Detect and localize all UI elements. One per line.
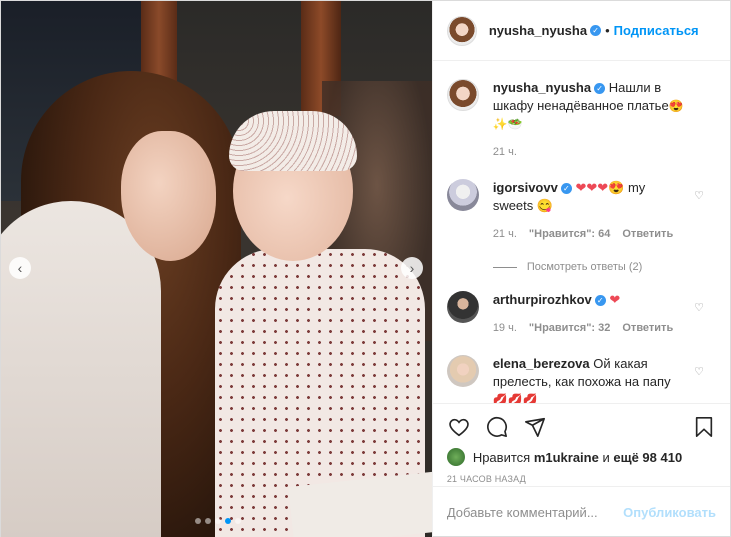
- carousel-next-button[interactable]: ›: [401, 257, 423, 279]
- comment-text-tail: 💋💋💋: [492, 393, 538, 403]
- caption-meta: 21 ч.: [493, 143, 689, 161]
- comment-like-icon[interactable]: ♡: [694, 365, 704, 378]
- verified-icon: ✓: [560, 183, 572, 195]
- comment-like-icon[interactable]: ♡: [694, 189, 704, 202]
- caption-avatar[interactable]: [446, 79, 479, 111]
- likes-suffix: и: [602, 449, 610, 465]
- comment-username[interactable]: arthurpirozhkov: [493, 292, 592, 307]
- comment-likes[interactable]: "Нравится": 64: [529, 225, 610, 243]
- chevron-right-icon: ›: [409, 260, 415, 276]
- post-modal: ‹ › nyusha_nyusha ✓ • Подписаться nyusha…: [0, 0, 731, 537]
- post-side-panel: nyusha_nyusha ✓ • Подписаться nyusha_nyu…: [431, 1, 730, 537]
- post-photo[interactable]: ‹ ›: [1, 1, 432, 537]
- action-bar: [447, 410, 716, 444]
- carousel-dot: [215, 518, 221, 524]
- comments-list[interactable]: nyusha_nyusha ✓ Нашли в шкафу ненадёванно…: [433, 61, 730, 403]
- comment-item: arthurpirozhkov ✓ ❤ 19 ч. "Нравится": 32 …: [446, 291, 716, 337]
- follow-button[interactable]: Подписаться: [614, 23, 699, 38]
- comment-body: arthurpirozhkov ✓ ❤ 19 ч. "Нравится": 32 …: [493, 291, 689, 337]
- verified-icon: ✓: [594, 83, 606, 95]
- share-icon[interactable]: [523, 415, 547, 439]
- comment-text: ❤: [609, 292, 621, 307]
- post-timestamp[interactable]: 21 ЧАСОВ НАЗАД: [447, 474, 716, 484]
- comment-body: igorsivovv ✓ ❤❤❤😍 my sweets 😋 21 ч. "Нрав…: [493, 179, 689, 243]
- comment-meta: 19 ч. "Нравится": 32 Ответить: [493, 319, 689, 337]
- comment-time[interactable]: 19 ч.: [493, 319, 517, 337]
- liker-avatar[interactable]: [446, 448, 465, 466]
- reply-button[interactable]: Ответить: [622, 225, 673, 243]
- comment-avatar[interactable]: [446, 179, 479, 211]
- post-actions: Нравится m1ukraine и ещё 98 410 21 ЧАСОВ…: [432, 403, 730, 484]
- photo-woman-face: [121, 131, 216, 261]
- replies-line: [492, 266, 517, 268]
- carousel-dot: [195, 518, 201, 524]
- view-replies-label: Посмотреть ответы (2): [526, 261, 643, 273]
- carousel-prev-button[interactable]: ‹: [9, 257, 31, 279]
- comment-item: elena_berezova Ой какая прелесть, как по…: [446, 355, 716, 403]
- comment-time[interactable]: 21 ч.: [493, 225, 517, 243]
- comment-avatar[interactable]: [446, 355, 479, 387]
- publish-button[interactable]: Опубликовать: [623, 505, 716, 520]
- author-username[interactable]: nyusha_nyusha: [489, 23, 587, 38]
- caption-time[interactable]: 21 ч.: [493, 143, 517, 161]
- comment-input[interactable]: [446, 505, 624, 520]
- caption-username[interactable]: nyusha_nyusha: [493, 80, 591, 95]
- author-avatar[interactable]: [446, 15, 477, 46]
- comment-likes[interactable]: "Нравится": 32: [529, 319, 610, 337]
- add-comment-form: Опубликовать: [432, 486, 730, 537]
- carousel-dot: [205, 518, 211, 524]
- likes-user[interactable]: m1ukraine: [534, 450, 599, 465]
- likes-prefix: Нравится: [472, 449, 531, 465]
- comment-avatar[interactable]: [446, 291, 479, 323]
- comment-icon[interactable]: [485, 415, 509, 439]
- heart-icon[interactable]: [447, 415, 471, 439]
- comment-like-icon[interactable]: ♡: [694, 301, 704, 314]
- carousel-dot: [235, 518, 241, 524]
- post-header: nyusha_nyusha ✓ • Подписаться: [432, 1, 730, 61]
- comment-item: igorsivovv ✓ ❤❤❤😍 my sweets 😋 21 ч. "Нрав…: [446, 179, 716, 243]
- chevron-left-icon: ‹: [17, 260, 23, 276]
- verified-icon: ✓: [594, 295, 606, 307]
- likes-summary: Нравится m1ukraine и ещё 98 410: [446, 448, 716, 466]
- bookmark-icon[interactable]: [692, 415, 716, 439]
- caption: nyusha_nyusha ✓ Нашли в шкафу ненадёванно…: [446, 79, 716, 161]
- carousel-dot-active: [225, 518, 231, 524]
- comment-meta: 21 ч. "Нравится": 64 Ответить: [493, 225, 689, 243]
- reply-button[interactable]: Ответить: [622, 319, 673, 337]
- view-replies-button[interactable]: Посмотреть ответы (2): [492, 261, 716, 273]
- photo-woman-body: [1, 201, 161, 537]
- carousel-dots: [195, 518, 241, 524]
- caption-body: nyusha_nyusha ✓ Нашли в шкафу ненадёванно…: [493, 79, 689, 161]
- comment-body: elena_berezova Ой какая прелесть, как по…: [493, 355, 689, 403]
- verified-icon: ✓: [590, 25, 602, 36]
- comment-username[interactable]: igorsivovv: [493, 180, 558, 195]
- comment-username[interactable]: elena_berezova: [493, 356, 590, 371]
- header-separator: •: [605, 23, 610, 38]
- photo-girl-headband: [229, 111, 357, 171]
- likes-count[interactable]: ещё 98 410: [613, 450, 682, 465]
- comment-text: ❤❤❤😍: [575, 180, 625, 195]
